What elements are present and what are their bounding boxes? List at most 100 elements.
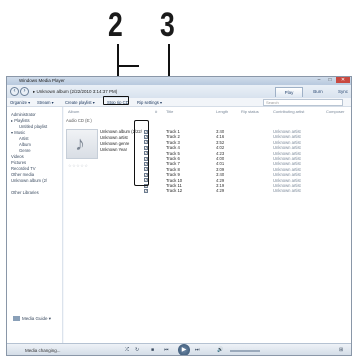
track-artist: Unknown artist [273, 161, 301, 167]
track-title[interactable]: Track 2 [166, 134, 180, 139]
sidebar-item-recorded-tv[interactable]: Recorded TV [11, 166, 36, 171]
status-text: Media changing... [25, 348, 61, 353]
column-header-number[interactable]: # [155, 109, 157, 114]
track-title[interactable]: Track 9 [166, 172, 180, 177]
arrow-right-icon[interactable]: › [20, 87, 29, 96]
album-art[interactable]: ♪ [66, 129, 98, 159]
track-length: 3:09 [216, 166, 225, 172]
sidebar-item-playlists[interactable]: ▸ Playlists [11, 118, 30, 123]
track-title[interactable]: Track 3 [166, 140, 180, 145]
switch-to-now-playing-icon[interactable]: ⊞ [339, 347, 343, 353]
track-artist: Unknown artist [273, 129, 301, 134]
disc-label: Audio CD (E:) [66, 118, 92, 123]
track-title[interactable]: Track 6 [166, 156, 180, 161]
tab-burn[interactable]: Burn [304, 87, 332, 97]
track-artist: Unknown artist [273, 177, 301, 183]
track-title[interactable]: Track 4 [166, 145, 180, 150]
media-guide-button[interactable]: Media Guide ▾ [13, 316, 51, 322]
callout-2-leader-horizontal [117, 65, 139, 67]
column-header-length[interactable]: Length [216, 109, 228, 114]
shuffle-icon[interactable]: ⤮ [125, 347, 129, 353]
arrow-left-icon[interactable]: ‹ [10, 87, 19, 96]
sidebar-item-other-media[interactable]: Other media [11, 172, 34, 177]
create-playlist-menu[interactable]: Create playlist ▾ [65, 100, 95, 105]
column-header-contributing-artist[interactable]: Contributing artist [273, 109, 304, 114]
track-artist: Unknown artist [273, 156, 301, 161]
track-title[interactable]: Track 8 [166, 167, 180, 172]
track-artist: Unknown artist [273, 139, 301, 145]
track-artist: Unknown artist [273, 145, 301, 151]
sidebar-item-videos[interactable]: Videos [11, 154, 24, 159]
track-length: 4:02 [216, 145, 225, 151]
callout-number-2: 2 [107, 6, 123, 44]
album-year: Unknown Year [100, 147, 128, 152]
track-length: 3:40 [216, 129, 225, 134]
volume-icon[interactable]: 🔊 [217, 347, 223, 353]
navigation-bar: ‹ › ▸ Unknown album (2/22/2010 3:14:37 P… [7, 85, 351, 98]
checkbox-column-highlight-box [134, 120, 149, 186]
rip-settings-menu[interactable]: Rip settings ▾ [137, 100, 162, 105]
track-length: 4:23 [216, 150, 225, 156]
track-title[interactable]: Track 10 [166, 178, 182, 183]
track-title[interactable]: Track 7 [166, 161, 180, 166]
callout-number-3: 3 [159, 6, 175, 44]
tab-play[interactable]: Play [275, 87, 303, 97]
column-header-composer[interactable]: Composer [326, 109, 344, 114]
next-icon[interactable]: ⏭ [195, 347, 200, 353]
sidebar-item-album[interactable]: Album [19, 142, 31, 147]
stop-icon[interactable]: ■ [151, 347, 154, 353]
sidebar-item-genre[interactable]: Genre [19, 148, 31, 153]
track-length: 4:29 [216, 177, 225, 183]
tab-sync[interactable]: Sync [329, 87, 351, 97]
organize-menu[interactable]: Organize ▾ [10, 100, 30, 105]
track-artist: Unknown artist [273, 188, 301, 194]
minimize-button[interactable]: – [314, 77, 324, 83]
media-guide-label: Media Guide ▾ [22, 316, 52, 321]
column-header-rip-status[interactable]: Rip status [241, 109, 259, 114]
track-title[interactable]: Track 11 [166, 183, 182, 188]
track-artist: Unknown artist [273, 183, 301, 188]
stream-menu[interactable]: Stream ▾ [37, 100, 54, 105]
sidebar-item-artist[interactable]: Artist [19, 136, 29, 141]
play-icon[interactable]: ▶ [178, 344, 190, 355]
command-bar: Organize ▾ Stream ▾ Create playlist ▾ St… [7, 98, 351, 107]
search-input[interactable]: Search [263, 99, 343, 106]
rating-stars[interactable]: ☆☆☆☆☆ [68, 163, 88, 168]
track-title[interactable]: Track 12 [166, 188, 182, 193]
window-title: Windows Media Player [19, 78, 65, 83]
column-header-title[interactable]: Title [166, 109, 173, 114]
track-length: 4:01 [216, 161, 225, 167]
sidebar-item-music[interactable]: ▾ Music [11, 130, 25, 135]
album-artist: Unknown artist [100, 135, 128, 140]
track-length: 4:16 [216, 134, 225, 140]
track-artist: Unknown artist [273, 134, 301, 140]
navigation-pane: Administrator ▸ Playlists Untitled playl… [7, 107, 63, 343]
track-length: 3:19 [216, 183, 225, 188]
track-checkbox[interactable]: ✓ [144, 188, 148, 193]
track-length: 3:40 [216, 172, 225, 178]
media-guide-icon [13, 316, 20, 322]
volume-slider[interactable] [230, 350, 260, 352]
breadcrumb[interactable]: ▸ Unknown album (2/22/2010 3:14:37 PM) [33, 89, 117, 95]
track-artist: Unknown artist [273, 150, 301, 156]
sidebar-item-pictures[interactable]: Pictures [11, 160, 26, 165]
title-bar: Windows Media Player – □ ✕ [7, 77, 351, 85]
sidebar-item-untitled-playlist[interactable]: Untitled playlist [19, 124, 47, 129]
media-player-window: Windows Media Player – □ ✕ ‹ › ▸ Unknown… [6, 76, 352, 356]
column-header-album[interactable]: Album [68, 109, 79, 114]
track-length: 4:29 [216, 188, 225, 194]
callout-2-leader-vertical [117, 44, 119, 66]
sidebar-item-other-libraries[interactable]: Other Libraries [11, 190, 39, 195]
previous-icon[interactable]: ⏮ [164, 347, 169, 353]
stop-rip-highlight-box [103, 96, 129, 105]
track-title[interactable]: Track 5 [166, 151, 180, 156]
library-content: Album # Title Length Rip status Contribu… [64, 107, 351, 343]
repeat-icon[interactable]: ↻ [135, 347, 139, 353]
sidebar-item-user[interactable]: Administrator [11, 112, 36, 117]
track-length: 3:52 [216, 139, 225, 145]
track-artist: Unknown artist [273, 166, 301, 172]
maximize-button[interactable]: □ [325, 77, 335, 83]
track-title[interactable]: Track 1 [166, 129, 180, 134]
close-button[interactable]: ✕ [336, 77, 350, 83]
sidebar-item-cd[interactable]: Unknown album (2/ [11, 178, 47, 183]
